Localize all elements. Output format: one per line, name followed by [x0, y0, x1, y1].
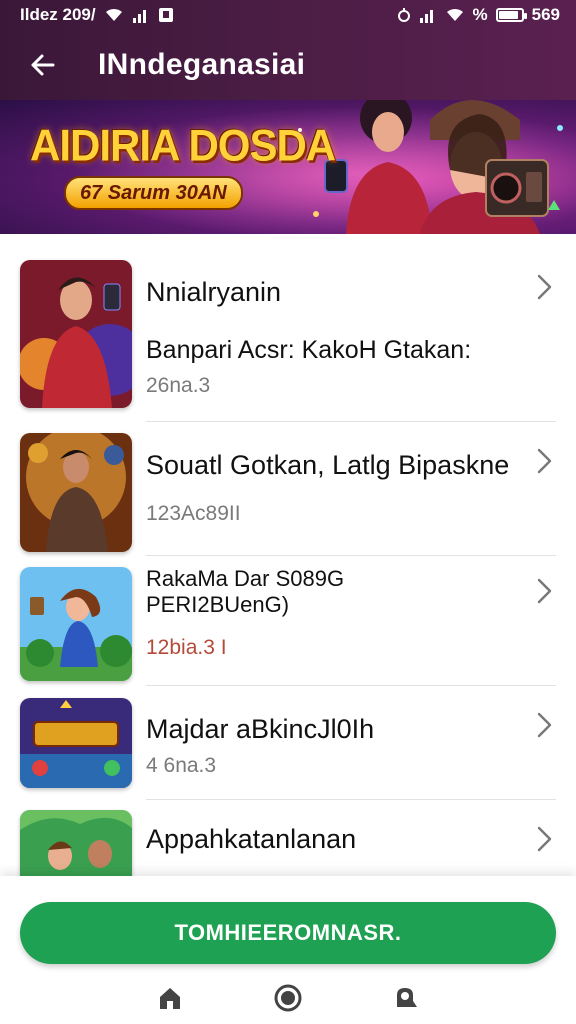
nav-home-button[interactable]: [150, 978, 190, 1018]
bottom-panel: TOMHIEEROMNASR.: [0, 876, 576, 1024]
list-item[interactable]: Majdar aBkincJl0Ih 4 6na.3: [0, 686, 576, 800]
banner-title: AIDIRIA DOSDA: [30, 120, 336, 171]
back-button[interactable]: [22, 45, 62, 85]
item-title: Souatl Gotkan, Latlg Bipaskne: [146, 450, 510, 480]
battery-percent-text: %: [472, 5, 488, 24]
item-meta: 26na.3: [146, 374, 211, 397]
item-title: RakaMa Dar S089G: [146, 566, 345, 591]
item-meta: 12bia.3 I: [146, 636, 227, 659]
list-item[interactable]: Souatl Gotkan, Latlg Bipaskne 123Ac89II: [0, 422, 576, 556]
battery-level: [498, 11, 518, 19]
status-left: Ildez 209/: [20, 5, 174, 25]
chevron-right-icon: [537, 712, 552, 738]
item-subtitle: PERI2BUenG): [146, 592, 290, 617]
item-meta: 4 6na.3: [146, 754, 217, 777]
chevron-right-icon: [537, 826, 552, 852]
list-item[interactable]: Nnialryanin Banpari Acsr: KakoH Gtakan: …: [0, 234, 576, 422]
notification-icon: [158, 7, 174, 23]
page-title: INndeganasiai: [98, 48, 306, 81]
item-thumbnail: [20, 810, 132, 876]
chevron-right-icon: [537, 448, 552, 474]
search-icon: [397, 988, 417, 1007]
item-title: Nnialryanin: [146, 277, 282, 307]
primary-cta-button[interactable]: TOMHIEEROMNASR.: [20, 902, 556, 964]
item-thumbnail: [20, 433, 132, 552]
item-subtitle: Banpari Acsr: KakoH Gtakan:: [146, 336, 472, 364]
chevron-right-icon: [537, 578, 552, 604]
app-bar: INndeganasiai: [0, 30, 576, 100]
list-item[interactable]: Appahkatanlanan: [0, 800, 576, 876]
header: Ildez 209/ % 569 INndeganasiai: [0, 0, 576, 100]
signal-icon: [419, 7, 437, 23]
promo-banner[interactable]: AIDIRIA DOSDA 67 Sarum 30AN: [0, 100, 576, 234]
status-right: % 569: [397, 5, 560, 25]
status-time: 569: [531, 5, 560, 24]
alarm-icon: [397, 7, 411, 23]
battery-icon: [495, 8, 527, 22]
item-title: Appahkatanlanan: [146, 824, 357, 854]
game-list: Nnialryanin Banpari Acsr: KakoH Gtakan: …: [0, 234, 576, 876]
item-meta: 123Ac89II: [146, 502, 241, 525]
chevron-right-icon: [537, 274, 552, 300]
item-title: Majdar aBkincJl0Ih: [146, 714, 375, 744]
arrow-left-icon: [31, 54, 55, 76]
nav-search-button[interactable]: [386, 978, 426, 1018]
status-bar: Ildez 209/ % 569: [0, 0, 576, 30]
wifi-icon: [104, 7, 124, 23]
item-thumbnail: [20, 567, 132, 681]
banner-badge: 67 Sarum 30AN: [64, 176, 243, 210]
item-thumbnail: [20, 260, 132, 408]
circle-button-icon: [274, 984, 302, 1012]
bottom-nav: [0, 976, 576, 1020]
wifi-icon: [445, 7, 465, 23]
signal-icon: [132, 7, 150, 23]
item-thumbnail: [20, 698, 132, 788]
home-icon: [160, 988, 180, 1009]
nav-center-button[interactable]: [268, 978, 308, 1018]
status-left-text: Ildez 209/: [20, 5, 96, 24]
list-item[interactable]: RakaMa Dar S089G PERI2BUenG) 12bia.3 I: [0, 556, 576, 686]
